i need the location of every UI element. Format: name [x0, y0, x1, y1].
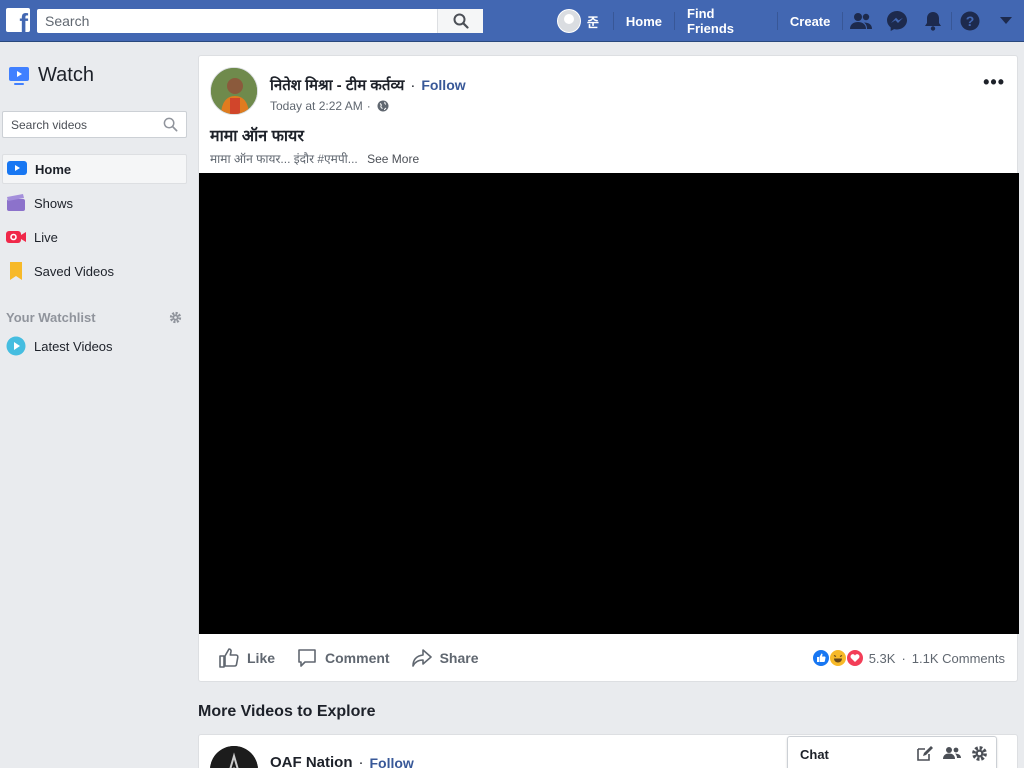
- sidebar-item-home[interactable]: Home: [2, 154, 187, 184]
- user-name-link[interactable]: 준: [587, 12, 599, 31]
- messenger-button[interactable]: [879, 0, 915, 42]
- author-photo: [211, 68, 257, 114]
- separator-dot: ·: [358, 754, 364, 768]
- sidebar-item-shows[interactable]: Shows: [2, 188, 187, 218]
- help-button[interactable]: ?: [952, 0, 988, 42]
- sidebar-item-live[interactable]: Live: [2, 222, 187, 252]
- global-search-input[interactable]: [37, 9, 437, 33]
- shows-icon: [7, 194, 25, 211]
- search-icon[interactable]: [163, 117, 178, 132]
- like-reaction-icon[interactable]: [811, 649, 830, 667]
- author-avatar[interactable]: [210, 746, 258, 768]
- watchlist-header: Your Watchlist: [6, 310, 182, 325]
- nav-find-friends-link[interactable]: Find Friends: [675, 6, 777, 36]
- user-avatar[interactable]: [557, 9, 581, 33]
- chat-icons: [916, 745, 988, 762]
- account-menu-icon: [1000, 17, 1012, 24]
- friends-icon: [850, 13, 873, 29]
- comment-button[interactable]: Comment: [297, 648, 390, 668]
- sidebar-item-label: Latest Videos: [34, 338, 113, 354]
- sidebar-item-label: Home: [35, 161, 72, 177]
- follow-button[interactable]: Follow: [370, 755, 414, 768]
- author-name-link[interactable]: नितेश मिश्रा - टीम कर्तव्य: [270, 75, 404, 95]
- comment-label: Comment: [325, 650, 390, 666]
- author-name-link[interactable]: OAF Nation: [270, 754, 353, 768]
- top-nav-right: 준 Home Find Friends Create ?: [557, 0, 1024, 42]
- notifications-icon: [925, 12, 942, 31]
- video-post-card: नितेश मिश्रा - टीम कर्तव्य · Follow Toda…: [198, 55, 1019, 682]
- sidebar-item-label: Shows: [34, 195, 74, 211]
- friend-requests-button[interactable]: [843, 0, 879, 42]
- video-player[interactable]: [199, 173, 1019, 634]
- svg-text:?: ?: [966, 13, 975, 29]
- author-avatar[interactable]: [210, 67, 258, 115]
- latest-videos-icon: [6, 336, 26, 356]
- saved-icon: [10, 262, 22, 280]
- video-search-input[interactable]: [3, 112, 153, 137]
- search-button[interactable]: [437, 9, 483, 33]
- watch-header: Watch: [8, 64, 94, 87]
- gear-icon[interactable]: [971, 745, 988, 762]
- gear-icon[interactable]: [169, 311, 182, 324]
- new-message-icon[interactable]: [916, 745, 933, 762]
- sidebar-item-latest-videos[interactable]: Latest Videos: [2, 331, 187, 361]
- separator-dot: ·: [901, 650, 906, 666]
- facebook-logo[interactable]: f: [6, 8, 30, 32]
- see-more-link[interactable]: See More: [367, 152, 419, 166]
- share-button[interactable]: Share: [411, 648, 479, 668]
- top-navigation-bar: f 준 Home Find Friends Create ?: [0, 0, 1024, 42]
- messenger-icon: [887, 11, 908, 31]
- chat-title: Chat: [800, 747, 829, 762]
- nav-home-link[interactable]: Home: [614, 14, 674, 29]
- logo-letter: f: [19, 8, 28, 32]
- post-options-button[interactable]: •••: [983, 72, 1005, 93]
- post-header: OAF Nation · Follow: [270, 754, 414, 768]
- haha-reaction-icon[interactable]: [828, 649, 847, 667]
- like-label: Like: [247, 650, 276, 666]
- share-icon: [411, 649, 432, 667]
- watchlist-title: Your Watchlist: [6, 310, 96, 325]
- reaction-stats: 5.3K · 1.1K Comments: [811, 649, 1005, 667]
- watch-tv-icon: [9, 66, 29, 85]
- post-description-text: मामा ऑन फायर... इंदौर #एमपी...: [210, 152, 358, 166]
- sidebar-item-label: Live: [34, 229, 58, 245]
- sidebar-item-label: Saved Videos: [34, 263, 114, 279]
- love-reaction-icon[interactable]: [845, 649, 864, 667]
- nav-create-link[interactable]: Create: [778, 14, 842, 29]
- more-videos-heading: More Videos to Explore: [198, 703, 376, 720]
- watch-title: Watch: [38, 64, 94, 86]
- follow-button[interactable]: Follow: [421, 77, 465, 93]
- thumbs-up-icon: [219, 648, 239, 668]
- live-icon: [6, 231, 26, 243]
- share-label: Share: [439, 650, 479, 666]
- separator-dot: ·: [410, 76, 416, 94]
- globe-icon[interactable]: [377, 100, 389, 112]
- post-timestamp[interactable]: Today at 2:22 AM: [270, 99, 363, 113]
- search-icon: [453, 13, 469, 29]
- watch-home-icon: [7, 161, 27, 175]
- post-actions: Like Comment Share: [219, 648, 501, 668]
- post-description: मामा ऑन फायर... इंदौर #एमपी... See More: [210, 150, 419, 167]
- post-meta: Today at 2:22 AM ·: [270, 99, 389, 113]
- notifications-button[interactable]: [915, 0, 951, 42]
- video-search: [2, 111, 187, 138]
- sidebar-item-saved-videos[interactable]: Saved Videos: [2, 256, 187, 286]
- separator-dot: ·: [366, 99, 371, 113]
- reactions-count[interactable]: 5.3K: [869, 651, 896, 666]
- create-group-icon[interactable]: [943, 745, 961, 762]
- oaf-logo: [210, 746, 258, 768]
- post-header: नितेश मिश्रा - टीम कर्तव्य · Follow: [270, 75, 466, 95]
- like-button[interactable]: Like: [219, 648, 275, 668]
- global-search: [37, 9, 483, 33]
- comments-count-link[interactable]: 1.1K Comments: [912, 651, 1005, 666]
- post-title: मामा ऑन फायर: [210, 128, 304, 145]
- account-menu-button[interactable]: [988, 0, 1024, 42]
- chat-bar[interactable]: Chat: [787, 736, 997, 768]
- comment-icon: [298, 649, 316, 667]
- help-icon: ?: [960, 11, 980, 31]
